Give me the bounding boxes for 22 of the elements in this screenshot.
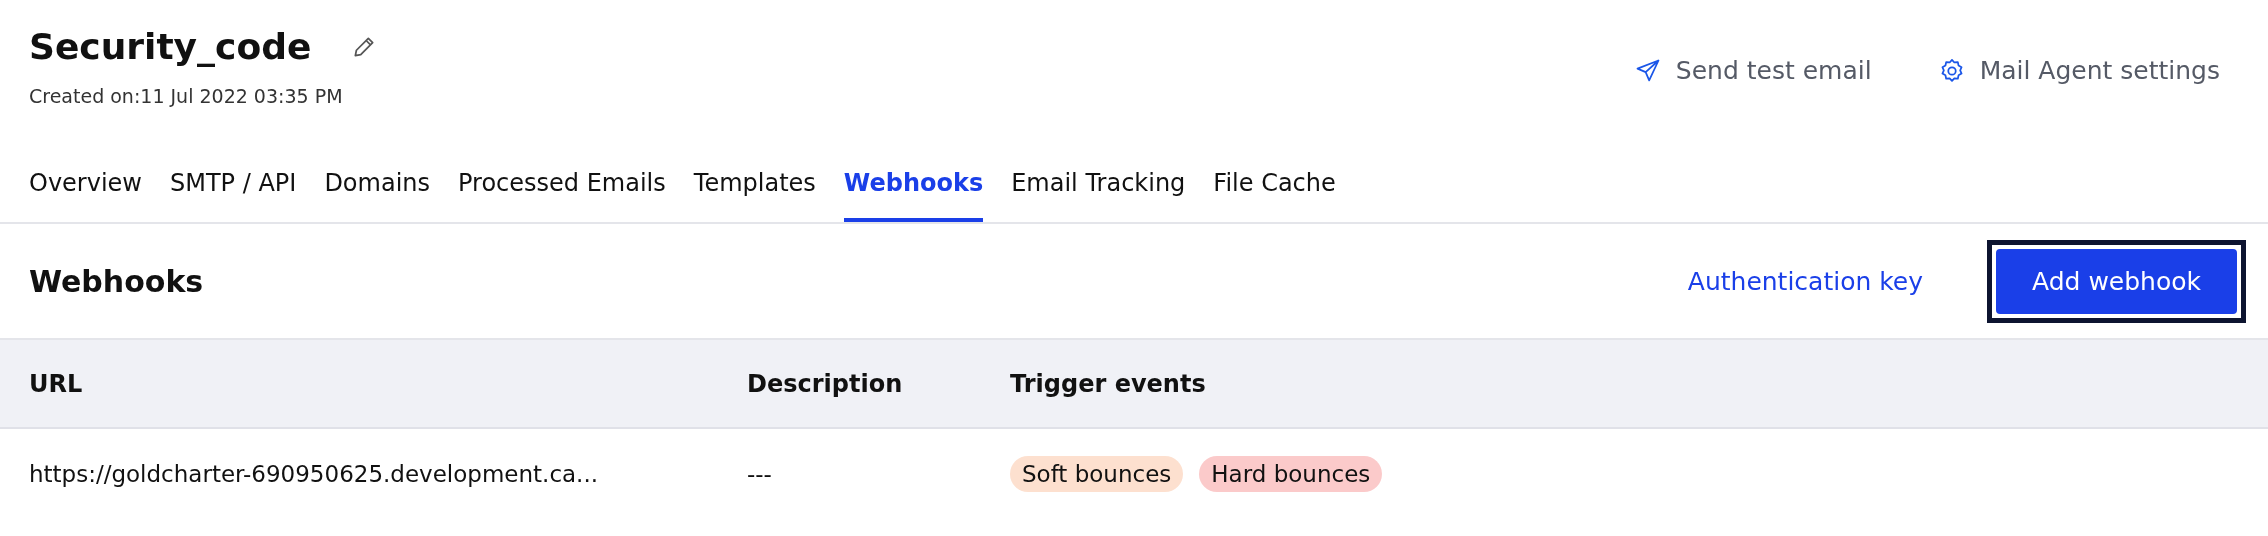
action-link[interactable]: Send test email	[1633, 56, 1872, 85]
column-header: URL	[29, 369, 84, 398]
action-link[interactable]: Mail Agent settings	[1937, 56, 2220, 85]
tab[interactable]: SMTP / API	[170, 162, 297, 222]
description-cell-text: ---	[747, 461, 773, 487]
tab[interactable]: Templates	[693, 162, 816, 222]
created-date: Created on:11 Jul 2022 03:35 PM	[29, 85, 344, 107]
event-tag: Hard bounces	[1199, 456, 1383, 492]
tab[interactable]: Email Tracking	[1011, 162, 1186, 222]
authentication-key-link[interactable]: Authentication key	[1687, 266, 1924, 296]
tab[interactable]: Processed Emails	[458, 162, 666, 222]
event-tag: Soft bounces	[1010, 456, 1184, 492]
tab[interactable]: Overview	[29, 162, 142, 222]
tab[interactable]: File Cache	[1213, 162, 1336, 222]
section-title: Webhooks	[29, 263, 204, 299]
add-webhook-button[interactable]: Add webhook	[1996, 248, 2237, 314]
url-cell-text: https://goldcharter-690950625.development.ca...	[29, 461, 600, 487]
tab[interactable]: Webhooks	[843, 162, 984, 222]
column-header: Description	[747, 369, 904, 398]
page-title: Security_code	[29, 26, 312, 67]
column-header: Trigger events	[1010, 369, 1206, 398]
tab[interactable]: Domains	[324, 162, 431, 222]
